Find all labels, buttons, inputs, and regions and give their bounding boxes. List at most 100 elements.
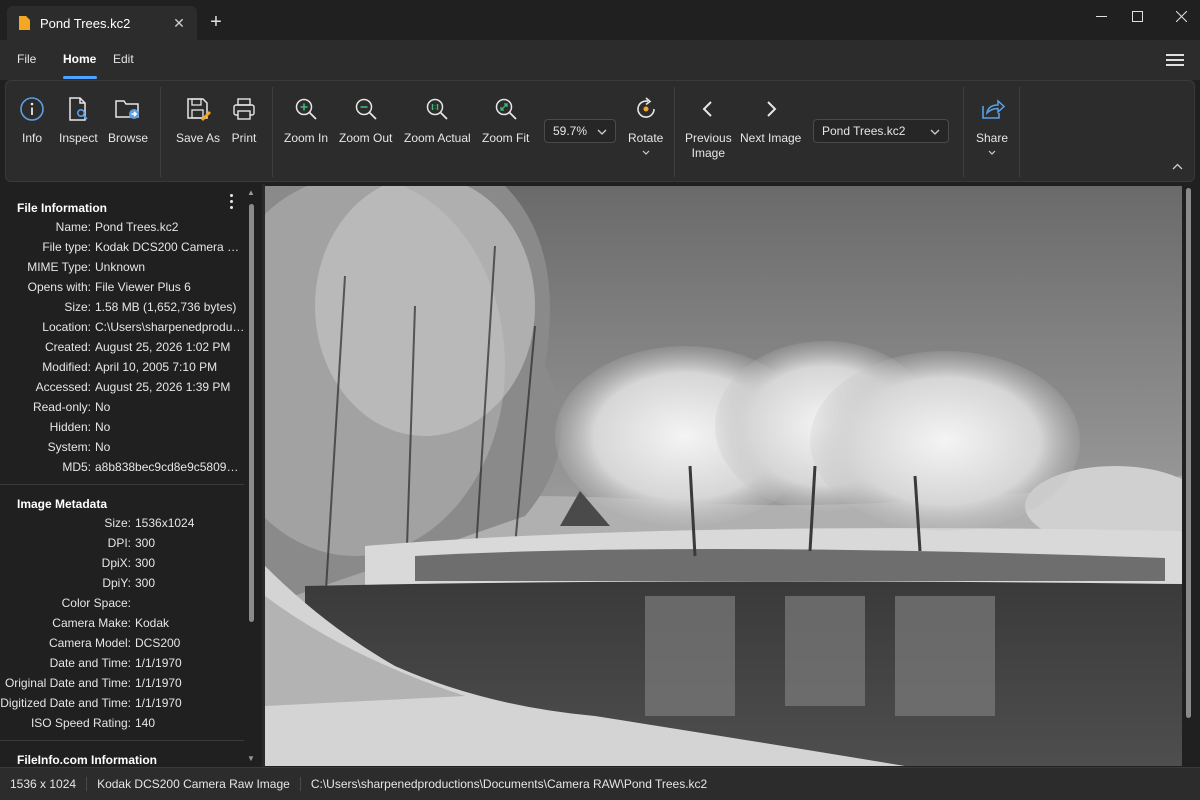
file-select-dropdown[interactable]: Pond Trees.kc2 — [813, 119, 949, 143]
hamburger-menu-icon[interactable] — [1166, 54, 1184, 66]
maximize-button[interactable] — [1114, 0, 1160, 32]
info-row: Color Space: — [0, 596, 245, 616]
info-row: Opens with: File Viewer Plus 6 — [0, 280, 245, 300]
info-value: No — [95, 440, 111, 454]
menu-edit[interactable]: Edit — [113, 52, 134, 66]
menu-bar: File Home Edit — [0, 40, 1200, 80]
info-icon — [18, 95, 46, 123]
info-value: 1.58 MB (1,652,736 bytes) — [95, 300, 237, 314]
active-tab-indicator — [63, 76, 97, 79]
ribbon-separator — [1019, 87, 1020, 177]
next-image-button[interactable]: Next Image — [740, 95, 801, 146]
share-button[interactable]: Share — [976, 95, 1008, 157]
scroll-down-icon[interactable]: ▼ — [247, 754, 255, 763]
close-window-button[interactable] — [1158, 0, 1200, 32]
document-tab[interactable]: Pond Trees.kc2 ✕ — [7, 6, 197, 40]
title-bar: Pond Trees.kc2 ✕ + — [0, 0, 1200, 40]
info-key: Camera Make: — [52, 616, 131, 630]
ribbon-separator — [674, 87, 675, 177]
info-value: August 25, 2026 1:02 PM — [95, 340, 231, 354]
status-file-path: C:\Users\sharpenedproductions\Documents\… — [310, 777, 708, 791]
maximize-icon — [1131, 10, 1143, 22]
info-value: 1/1/1970 — [135, 656, 182, 670]
chevron-down-icon — [642, 147, 650, 157]
info-row: Modified: April 10, 2005 7:10 PM — [0, 360, 245, 380]
zoom-fit-button[interactable]: Zoom Fit — [482, 95, 529, 146]
zoom-in-icon — [292, 95, 320, 123]
info-key: MD5: — [62, 460, 91, 474]
info-key: DPI: — [107, 536, 131, 550]
zoom-actual-button[interactable]: Zoom Actual — [404, 95, 471, 146]
info-key: Camera Model: — [48, 636, 131, 650]
info-value: DCS200 — [135, 636, 181, 650]
info-row: Camera Make: Kodak — [0, 616, 245, 636]
info-row: Size: 1.58 MB (1,652,736 bytes) — [0, 300, 245, 320]
collapse-ribbon-icon[interactable] — [1172, 159, 1183, 173]
save-as-icon — [184, 95, 212, 123]
image-viewer[interactable] — [265, 186, 1182, 766]
info-row: Location: C:\Users\sharpenedproductions\D… — [0, 320, 245, 340]
info-value: Kodak DCS200 Camera Raw Image — [95, 240, 245, 254]
zoom-in-button[interactable]: Zoom In — [284, 95, 328, 146]
info-value: No — [95, 420, 111, 434]
info-row: Hidden: No — [0, 420, 245, 440]
zoom-out-icon — [352, 95, 380, 123]
info-value: File Viewer Plus 6 — [95, 280, 191, 294]
photo-pond-trees — [265, 186, 1182, 766]
info-key: Hidden: — [49, 420, 91, 434]
info-key: MIME Type: — [27, 260, 91, 274]
info-row: Created: August 25, 2026 1:02 PM — [0, 340, 245, 360]
info-value: Pond Trees.kc2 — [95, 220, 179, 234]
scroll-up-icon[interactable]: ▲ — [247, 188, 255, 197]
panel-scrollbar[interactable]: ▲ ▼ — [247, 188, 257, 766]
info-key: Created: — [44, 340, 91, 354]
rotate-button[interactable]: Rotate — [628, 95, 663, 157]
fileinfo-heading: FileInfo.com Information — [17, 753, 157, 767]
info-key: Date and Time: — [49, 656, 131, 670]
print-button[interactable]: Print — [230, 95, 258, 146]
info-key: Original Date and Time: — [4, 676, 131, 690]
menu-file[interactable]: File — [17, 52, 36, 66]
zoom-out-button[interactable]: Zoom Out — [339, 95, 392, 146]
ribbon-separator — [963, 87, 964, 177]
info-key: System: — [47, 440, 91, 454]
more-options-icon[interactable] — [230, 194, 234, 210]
previous-image-button[interactable]: Previous Image — [685, 95, 732, 161]
tab-close-icon[interactable]: ✕ — [167, 15, 191, 32]
info-key: Color Space: — [61, 596, 131, 610]
info-value: No — [95, 400, 111, 414]
info-row: File type: Kodak DCS200 Camera Raw Image — [0, 240, 245, 260]
info-key: Name: — [55, 220, 91, 234]
zoom-fit-icon — [492, 95, 520, 123]
image-metadata-heading: Image Metadata — [17, 497, 108, 511]
chevron-right-icon — [757, 95, 785, 123]
chevron-down-icon — [988, 147, 996, 157]
share-icon — [978, 95, 1006, 123]
file-information-heading: File Information — [17, 201, 107, 215]
scrollbar-thumb[interactable] — [249, 204, 254, 622]
menu-home[interactable]: Home — [63, 52, 96, 66]
info-value: C:\Users\sharpenedproductions\Documents\… — [95, 320, 245, 334]
status-file-type: Kodak DCS200 Camera Raw Image — [87, 777, 301, 791]
zoom-actual-icon — [423, 95, 451, 123]
new-tab-button[interactable]: + — [204, 10, 228, 34]
tab-title: Pond Trees.kc2 — [40, 15, 131, 31]
printer-icon — [230, 95, 258, 123]
zoom-level-select[interactable]: 59.7% — [544, 119, 616, 143]
info-value: 1/1/1970 — [135, 676, 182, 690]
info-row: Digitized Date and Time: 1/1/1970 — [0, 696, 245, 716]
info-row: MD5: a8b838bec9cd8e9c58091b... — [0, 460, 245, 480]
info-button[interactable]: Info — [18, 95, 46, 146]
info-key: Opens with: — [27, 280, 91, 294]
save-as-button[interactable]: Save As — [176, 95, 220, 146]
info-value: 1/1/1970 — [135, 696, 182, 710]
info-row: DPI: 300 — [0, 536, 245, 556]
info-value: 1536x1024 — [135, 516, 195, 530]
close-icon — [1175, 10, 1187, 22]
info-key: Modified: — [42, 360, 91, 374]
info-key: ISO Speed Rating: — [30, 716, 131, 730]
info-value: 140 — [135, 716, 156, 730]
viewer-scrollbar-thumb[interactable] — [1186, 188, 1191, 718]
browse-button[interactable]: Browse — [108, 95, 148, 146]
inspect-button[interactable]: Inspect — [59, 95, 98, 146]
